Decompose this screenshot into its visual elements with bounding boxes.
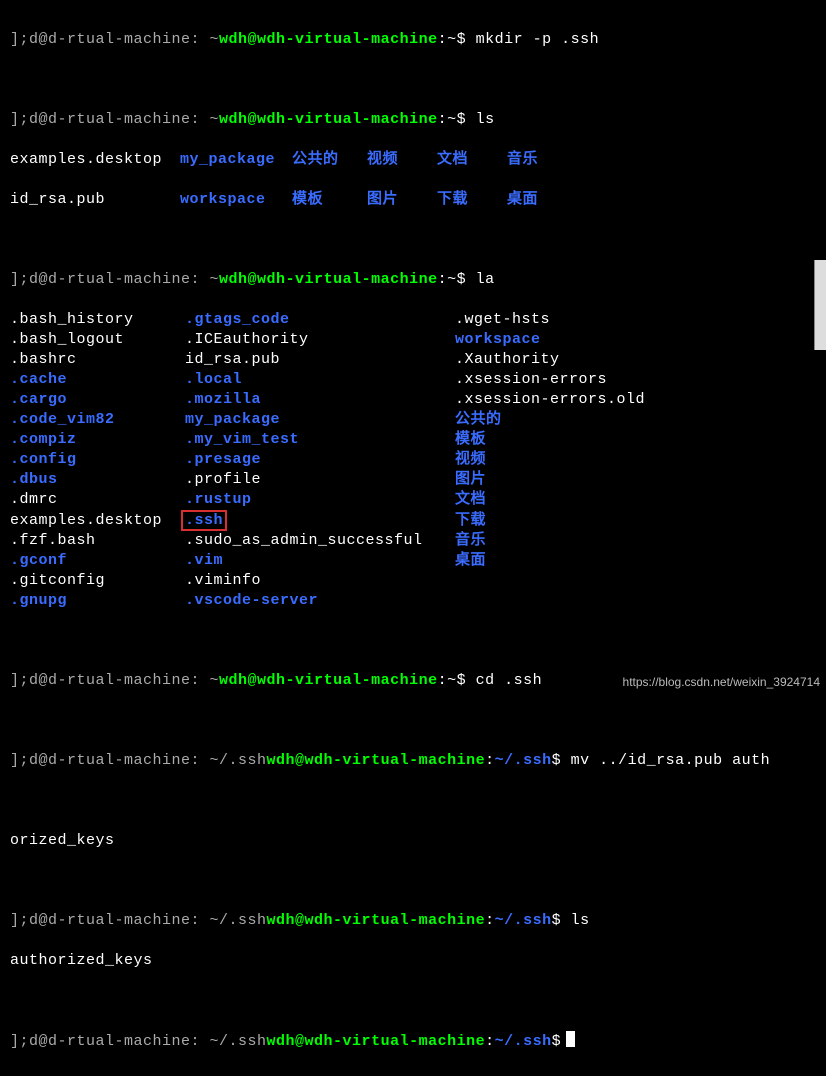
la-row: .dbus.profile图片	[10, 470, 822, 490]
ssh-dir-highlight: .ssh	[181, 510, 227, 531]
la-row: .gitconfig.viminfo	[10, 571, 822, 591]
prompt-line: ];d@d-rtual-machine: ~/.sshwdh@wdh-virtu…	[10, 911, 822, 931]
la-row: .config.presage视频	[10, 450, 822, 470]
prompt-line: ];d@d-rtual-machine: ~wdh@wdh-virtual-ma…	[10, 30, 822, 50]
la-row: .fzf.bash.sudo_as_admin_successful音乐	[10, 531, 822, 551]
la-row: .bash_logout.ICEauthorityworkspace	[10, 330, 822, 350]
prompt-line: ];d@d-rtual-machine: ~/.sshwdh@wdh-virtu…	[10, 751, 822, 771]
la-row: .dmrc.rustup文档	[10, 490, 822, 510]
la-row: .gconf.vim桌面	[10, 551, 822, 571]
la-row: .gnupg.vscode-server	[10, 591, 822, 611]
wrap-line: orized_keys	[10, 831, 822, 851]
la-row: .cargo.mozilla.xsession-errors.old	[10, 390, 822, 410]
ls-row: id_rsa.pubworkspace模板图片下载桌面	[10, 190, 822, 210]
ls-row: examples.desktopmy_package公共的视频文档音乐	[10, 150, 822, 170]
ls-output: authorized_keys	[10, 951, 822, 971]
prompt-line: ];d@d-rtual-machine: ~/.sshwdh@wdh-virtu…	[10, 1031, 822, 1052]
watermark-text: https://blog.csdn.net/weixin_3924714	[623, 672, 820, 692]
la-row: .compiz.my_vim_test模板	[10, 430, 822, 450]
la-row: .bashrcid_rsa.pub.Xauthority	[10, 350, 822, 370]
la-row: examples.desktop.ssh下载	[10, 510, 822, 531]
la-row: .bash_history.gtags_code.wget-hsts	[10, 310, 822, 330]
prompt-line: ];d@d-rtual-machine: ~wdh@wdh-virtual-ma…	[10, 270, 822, 290]
la-row: .cache.local.xsession-errors	[10, 370, 822, 390]
prompt-line: ];d@d-rtual-machine: ~wdh@wdh-virtual-ma…	[10, 110, 822, 130]
scrollbar[interactable]	[814, 260, 826, 350]
terminal-output[interactable]: ];d@d-rtual-machine: ~wdh@wdh-virtual-ma…	[0, 0, 826, 1076]
la-row: .code_vim82my_package公共的	[10, 410, 822, 430]
cursor	[566, 1031, 575, 1047]
